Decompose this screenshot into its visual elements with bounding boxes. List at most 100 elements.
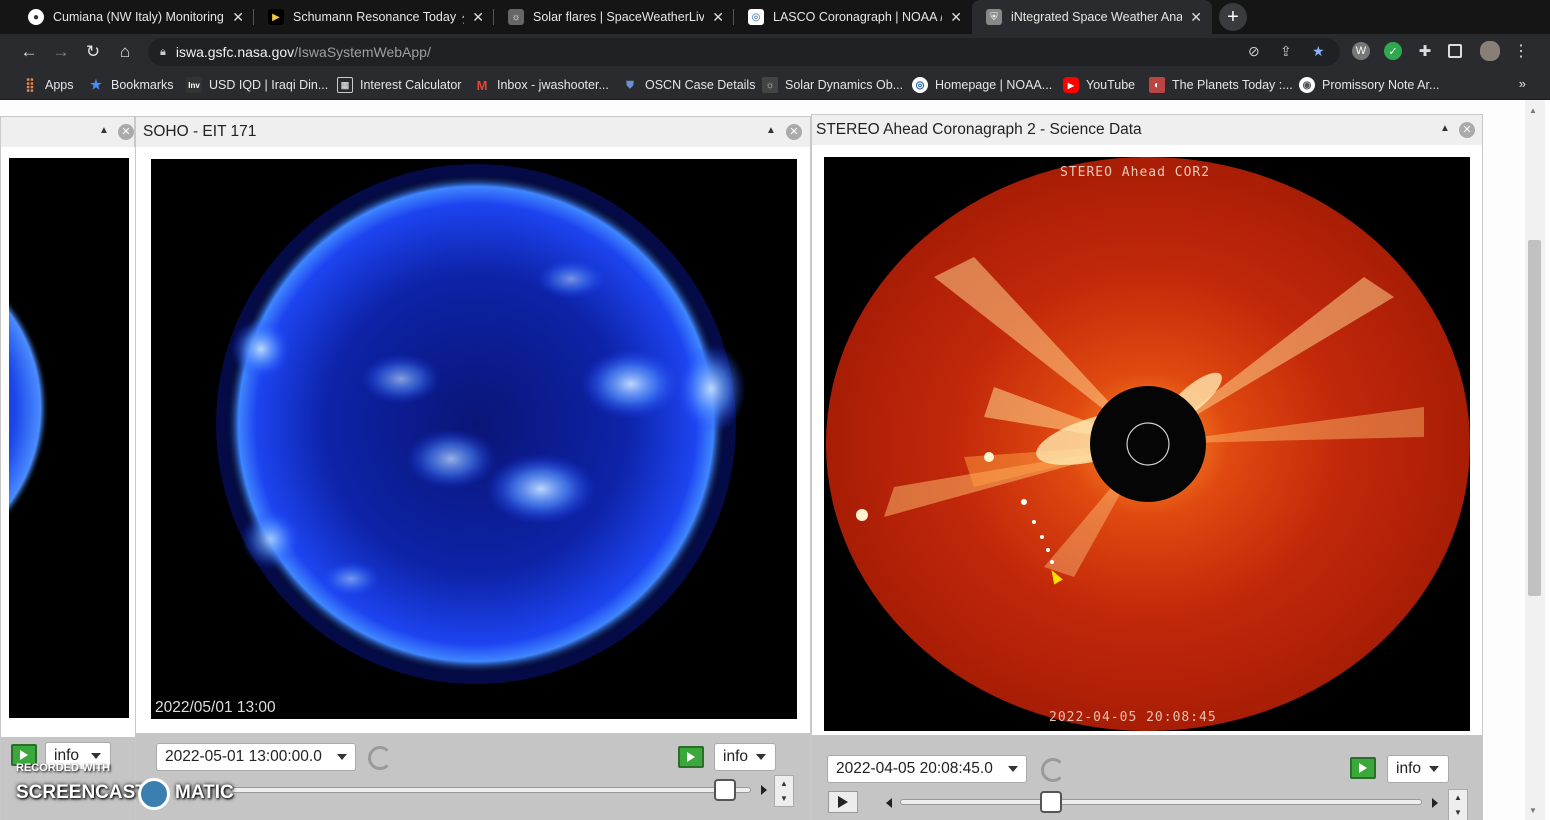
close-tab-icon[interactable]: ✕ bbox=[1190, 9, 1202, 26]
tab-lasco[interactable]: ◎ LASCO Coronagraph | NOAA / N ✕ bbox=[734, 0, 972, 34]
avatar[interactable] bbox=[1480, 41, 1500, 61]
kebab-menu-icon[interactable]: ⋮ bbox=[1512, 42, 1530, 60]
scroll-up-icon[interactable]: ▲ bbox=[1529, 106, 1537, 115]
bookmark-promissory-note[interactable]: ◉ Promissory Note Ar... bbox=[1299, 76, 1439, 94]
iswa-workspace: ▲ ✕ info SOHO - EIT 171 ▲ ✕ 2022/05/01 1… bbox=[0, 100, 1550, 820]
panel-header[interactable]: STEREO Ahead Coronagraph 2 - Science Dat… bbox=[812, 115, 1482, 145]
eye-off-icon[interactable]: ⊘ bbox=[1248, 43, 1260, 60]
noaa-icon: ◎ bbox=[748, 9, 764, 25]
soho-image-timestamp: 2022/05/01 13:00 bbox=[155, 699, 276, 716]
refresh-icon[interactable] bbox=[368, 746, 392, 770]
gmail-icon: M bbox=[476, 77, 488, 93]
spin-down-icon[interactable]: ▼ bbox=[780, 794, 788, 803]
tab-iswa[interactable]: ⛨ iNtegrated Space Weather Analy ✕ bbox=[972, 0, 1212, 34]
spin-down-icon[interactable]: ▼ bbox=[1454, 808, 1462, 817]
dropdown-arrow-icon bbox=[756, 754, 766, 760]
scrollbar-thumb[interactable] bbox=[1528, 240, 1541, 596]
bookmark-inbox[interactable]: M Inbox - jwashooter... bbox=[474, 76, 609, 94]
bookmark-apps[interactable]: ⣿ Apps bbox=[22, 76, 74, 94]
dropdown-arrow-icon bbox=[91, 753, 101, 759]
panel-soho-eit171: SOHO - EIT 171 ▲ ✕ 2022/05/01 13:00 2022… bbox=[135, 116, 811, 820]
inv-icon: Inv bbox=[186, 77, 202, 93]
home-icon[interactable]: ⌂ bbox=[113, 40, 137, 64]
planets-icon: ◐ bbox=[1149, 77, 1165, 93]
address-bar[interactable]: 🔒︎ iswa.gsfc.nasa.gov/IswaSystemWebApp/ … bbox=[148, 38, 1340, 66]
spaceweatherlive-icon: ☼ bbox=[508, 9, 524, 25]
refresh-icon[interactable] bbox=[1041, 758, 1065, 782]
extension-w-icon[interactable]: W bbox=[1352, 42, 1370, 60]
step-forward-icon[interactable] bbox=[761, 785, 767, 795]
time-slider-thumb[interactable] bbox=[1040, 791, 1063, 813]
collapse-icon[interactable]: ▲ bbox=[99, 125, 109, 136]
bookmark-label: Apps bbox=[45, 78, 74, 92]
spin-up-icon[interactable]: ▲ bbox=[780, 779, 788, 788]
close-tab-icon[interactable]: ✕ bbox=[712, 9, 724, 26]
apps-grid-icon: ⣿ bbox=[25, 77, 35, 92]
collapse-icon[interactable]: ▲ bbox=[766, 125, 776, 136]
info-select[interactable]: info bbox=[714, 743, 776, 771]
close-icon[interactable]: ✕ bbox=[786, 124, 802, 140]
tab-title: iNtegrated Space Weather Analy bbox=[1011, 10, 1183, 24]
time-slider[interactable] bbox=[900, 799, 1422, 805]
bookmark-usd-iqd[interactable]: Inv USD IQD | Iraqi Din... bbox=[186, 76, 328, 94]
close-icon[interactable]: ✕ bbox=[1459, 122, 1475, 138]
new-tab-button[interactable]: + bbox=[1219, 3, 1247, 31]
scroll-down-icon[interactable]: ▼ bbox=[1529, 806, 1537, 815]
forward-arrow-icon[interactable]: → bbox=[49, 40, 73, 64]
movie-icon[interactable] bbox=[1350, 757, 1376, 779]
tab-title: Solar flares | SpaceWeatherLive.c bbox=[533, 10, 705, 24]
back-arrow-icon[interactable]: ← bbox=[17, 40, 41, 64]
sdo-icon: ☼ bbox=[762, 77, 778, 93]
panel-header[interactable]: SOHO - EIT 171 bbox=[136, 117, 810, 147]
bookmark-label: Promissory Note Ar... bbox=[1322, 78, 1440, 92]
bookmark-oscn[interactable]: ⛊ OSCN Case Details bbox=[622, 76, 755, 94]
reload-icon[interactable]: ↻ bbox=[81, 40, 105, 64]
bookmark-label: YouTube bbox=[1086, 78, 1136, 92]
screencast-logo-icon bbox=[138, 778, 170, 810]
time-slider-thumb[interactable] bbox=[714, 779, 736, 801]
bookmark-bookmarks[interactable]: ★ Bookmarks bbox=[88, 76, 174, 94]
step-forward-icon[interactable] bbox=[1432, 798, 1438, 808]
close-tab-icon[interactable]: ✕ bbox=[950, 9, 962, 26]
bookmark-label: Solar Dynamics Ob... bbox=[785, 78, 904, 92]
info-select[interactable]: info bbox=[1387, 755, 1449, 783]
step-back-icon[interactable] bbox=[886, 798, 892, 808]
tab-cumiana[interactable]: ● Cumiana (NW Italy) Monitoring S ✕ bbox=[14, 0, 254, 34]
browser-toolbar: ← → ↻ ⌂ 🔒︎ iswa.gsfc.nasa.gov/IswaSystem… bbox=[0, 34, 1550, 70]
close-tab-icon[interactable]: ✕ bbox=[472, 9, 484, 26]
bookmark-star-icon[interactable]: ★ bbox=[1312, 43, 1325, 60]
bookmark-label: OSCN Case Details bbox=[645, 78, 756, 92]
close-tab-icon[interactable]: ✕ bbox=[232, 9, 244, 26]
extension-check-icon[interactable]: ✓ bbox=[1384, 42, 1402, 60]
bookmarks-overflow-chevron[interactable]: » bbox=[1519, 76, 1526, 91]
movie-icon[interactable] bbox=[678, 746, 704, 768]
stereo-image-caption: STEREO Ahead COR2 bbox=[1060, 165, 1211, 180]
side-panel-icon[interactable] bbox=[1448, 44, 1462, 58]
spin-up-icon[interactable]: ▲ bbox=[1454, 793, 1462, 802]
speed-spinner[interactable]: ▲ ▼ bbox=[774, 775, 794, 807]
play-button[interactable] bbox=[828, 791, 858, 813]
collapse-icon[interactable]: ▲ bbox=[1440, 123, 1450, 134]
bookmark-youtube[interactable]: ▶ YouTube bbox=[1063, 76, 1135, 94]
tab-schumann[interactable]: ▶ Schumann Resonance Today ⚡ ✕ bbox=[254, 0, 494, 34]
time-slider[interactable] bbox=[231, 787, 751, 793]
date-select[interactable]: 2022-05-01 13:00:00.0 bbox=[156, 743, 356, 771]
date-value: 2022-04-05 20:08:45.0 bbox=[836, 760, 993, 777]
share-icon[interactable]: ⇪ bbox=[1280, 43, 1292, 60]
bookmark-interest-calculator[interactable]: ▦ Interest Calculator bbox=[337, 76, 461, 94]
date-select[interactable]: 2022-04-05 20:08:45.0 bbox=[827, 755, 1027, 783]
tab-spaceweatherlive[interactable]: ☼ Solar flares | SpaceWeatherLive.c ✕ bbox=[494, 0, 734, 34]
speed-spinner[interactable]: ▲ ▼ bbox=[1448, 789, 1468, 820]
close-icon[interactable]: ✕ bbox=[118, 124, 134, 140]
bookmark-noaa[interactable]: ◎ Homepage | NOAA... bbox=[912, 76, 1052, 94]
bookmark-sdo[interactable]: ☼ Solar Dynamics Ob... bbox=[762, 76, 903, 94]
bookmark-label: Interest Calculator bbox=[360, 78, 462, 92]
url-domain: iswa.gsfc.nasa.gov bbox=[175, 44, 295, 60]
page-scrollbar[interactable]: ▲ ▼ bbox=[1525, 100, 1545, 820]
bookmark-planets-today[interactable]: ◐ The Planets Today :... bbox=[1149, 76, 1293, 94]
schumann-icon: ▶ bbox=[268, 9, 284, 25]
panel-title: SOHO - EIT 171 bbox=[143, 123, 257, 140]
puzzle-icon[interactable]: ✚ bbox=[1416, 42, 1434, 60]
bookmark-label: Bookmarks bbox=[111, 78, 174, 92]
watermark-matic: MATIC bbox=[175, 782, 234, 803]
